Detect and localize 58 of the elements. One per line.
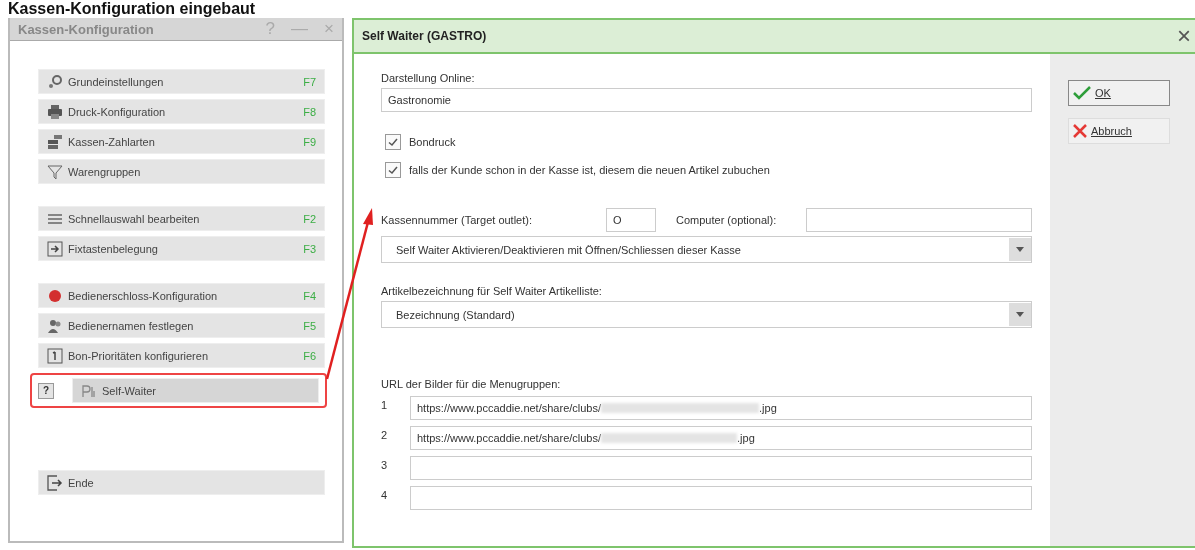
menu-item[interactable]: Fixtastenbelegung F3 xyxy=(38,236,325,261)
input-field[interactable] xyxy=(806,208,1032,232)
dropdown[interactable]: Self Waiter Aktivieren/Deaktivieren mit Öffnen/Schliessen dieser Kasse xyxy=(381,236,1032,263)
url-text: .jpg xyxy=(759,402,777,414)
url-text: https://www.pccaddie.net/share/clubs/ xyxy=(417,402,602,414)
field-label: Darstellung Online: xyxy=(381,72,476,84)
check-icon xyxy=(387,164,399,176)
enter-icon xyxy=(47,240,63,257)
check-icon xyxy=(1073,86,1091,100)
number-icon xyxy=(47,347,63,364)
field-label: Kassennummer (Target outlet): xyxy=(381,214,533,226)
filter-icon xyxy=(47,163,63,180)
printer-icon xyxy=(47,103,63,120)
input-field[interactable]: Gastronomie xyxy=(381,88,1032,112)
input-field[interactable] xyxy=(410,486,1032,510)
gear-icon xyxy=(47,73,63,90)
menu-item[interactable]: Grundeinstellungen F7 xyxy=(38,69,325,94)
field-label: Artikelbezeichnung für Self Waiter Artikelliste: xyxy=(381,285,603,297)
dot-icon xyxy=(47,287,63,304)
menu-item[interactable]: Bon-Prioritäten konfigurieren F6 xyxy=(38,343,325,368)
url-text: https://www.pccaddie.net/share/clubs/ xyxy=(417,432,602,444)
row-number: 2 xyxy=(381,428,389,441)
menu-item[interactable]: Bedienerschloss-Konfiguration F4 xyxy=(38,283,325,308)
exit-icon xyxy=(47,474,63,491)
menu-item[interactable]: Schnellauswahl bearbeiten F2 xyxy=(38,206,325,231)
cash-icon xyxy=(47,133,63,150)
page-heading: Kassen-Konfiguration eingebaut xyxy=(7,0,257,18)
cancel-button[interactable]: Abbruch xyxy=(1068,118,1170,144)
field-label: Computer (optional): xyxy=(676,214,777,226)
input-field[interactable]: https://www.pccaddie.net/share/clubs/ .jpg xyxy=(410,396,1032,420)
input-field[interactable]: https://www.pccaddie.net/share/clubs/ .jpg xyxy=(410,426,1032,450)
close-button[interactable]: × xyxy=(1177,24,1191,48)
checkbox[interactable] xyxy=(385,162,401,178)
help-button[interactable]: ? xyxy=(38,382,54,399)
input-field[interactable]: O xyxy=(606,208,656,232)
dropdown[interactable]: Bezeichnung (Standard) xyxy=(381,301,1032,328)
menu-item[interactable]: Ende xyxy=(38,470,325,495)
field-label: URL der Bilder für die Menugruppen: xyxy=(381,378,562,390)
url-text: .jpg xyxy=(737,432,755,444)
checkbox[interactable] xyxy=(385,134,401,150)
check-icon xyxy=(387,136,399,148)
input-field[interactable] xyxy=(410,456,1032,480)
row-number: 3 xyxy=(381,458,389,471)
menu-item[interactable]: Bedienernamen festlegen F5 xyxy=(38,313,325,338)
menu-item[interactable]: Kassen-Zahlarten F9 xyxy=(38,129,325,154)
waiter-icon xyxy=(81,382,97,399)
row-number: 1 xyxy=(381,398,389,411)
row-number: 4 xyxy=(381,488,389,501)
close-icon xyxy=(1073,124,1087,138)
people-icon xyxy=(47,317,63,334)
ok-button[interactable]: OK xyxy=(1068,80,1170,106)
menu-item[interactable]: Warengruppen xyxy=(38,159,325,184)
dialog-title: Self Waiter (GASTRO) xyxy=(362,29,487,43)
menu-item[interactable]: Druck-Konfiguration F8 xyxy=(38,99,325,124)
menu-item[interactable]: Self-Waiter xyxy=(72,378,319,403)
window-title: Kassen-Konfiguration xyxy=(18,21,154,37)
checkbox-label: falls der Kunde schon in der Kasse ist, diesem die neuen Artikel zubuchen xyxy=(409,164,770,176)
checkbox-label: Bondruck xyxy=(409,136,456,148)
